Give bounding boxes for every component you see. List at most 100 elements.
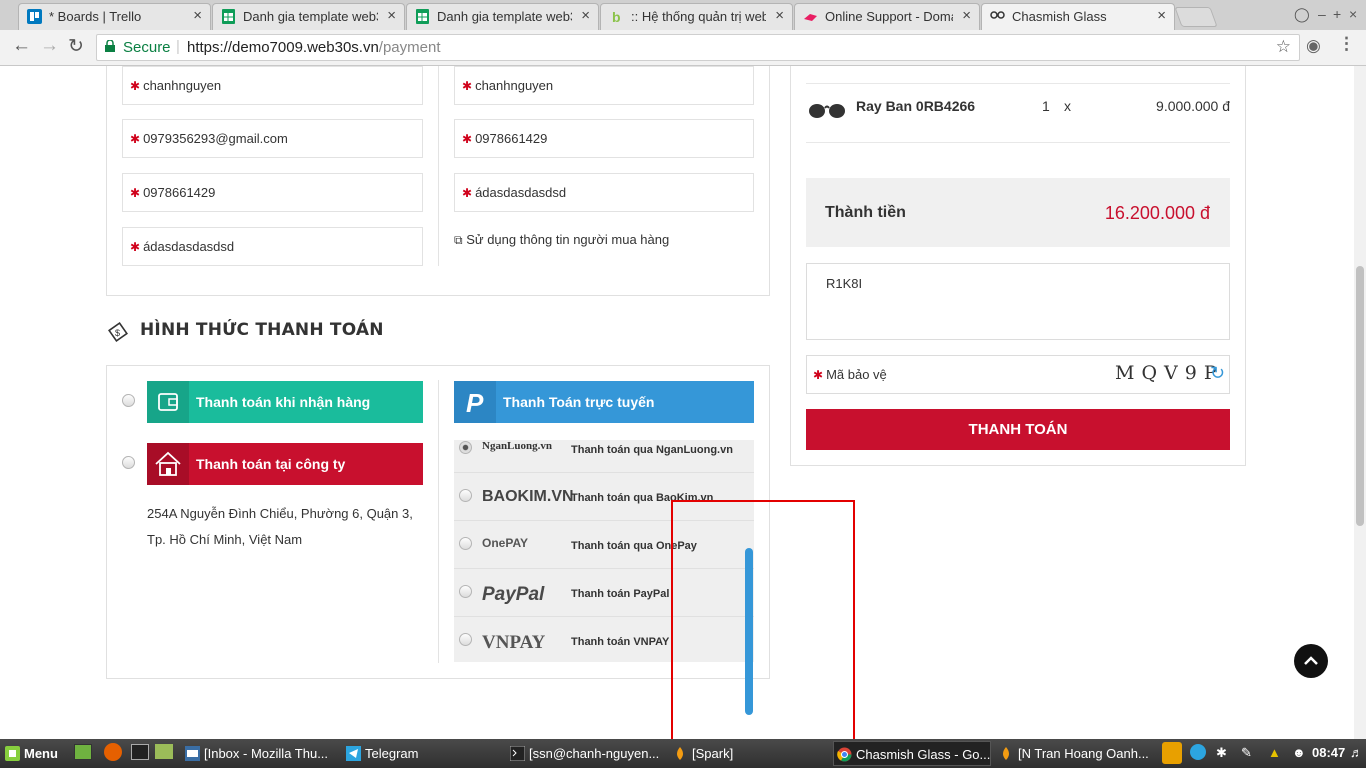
camera-icon[interactable]: ◉: [1306, 36, 1321, 56]
close-icon[interactable]: ×: [775, 7, 784, 24]
house-icon: [147, 443, 189, 485]
vnpay-logo: VNPAY: [482, 632, 546, 653]
bluetooth-icon[interactable]: ✱: [1216, 745, 1227, 761]
taskbar-item-chrome[interactable]: Chasmish Glass - Go...: [833, 741, 991, 766]
taskbar-item-spark[interactable]: [Spark]: [670, 741, 828, 766]
page-scrollbar-thumb[interactable]: [1356, 266, 1364, 526]
wallet-icon: [147, 381, 189, 423]
buyer-address-field[interactable]: ✱ ádasdasdasdsd: [122, 227, 423, 266]
required-asterisk: ✱: [462, 79, 473, 93]
gateway-radio[interactable]: [459, 633, 472, 646]
scroll-to-top-button[interactable]: [1294, 644, 1328, 678]
back-arrow-icon[interactable]: ←: [12, 35, 31, 57]
terminal-launcher-icon[interactable]: [131, 744, 149, 760]
tab-trello[interactable]: * Boards | Trello ×: [18, 3, 211, 30]
tab-online-support[interactable]: Online Support - Domain ×: [794, 3, 980, 30]
start-menu-button[interactable]: Menu: [2, 741, 66, 766]
required-asterisk: ✱: [462, 132, 473, 146]
cod-radio[interactable]: [122, 394, 135, 407]
close-icon[interactable]: ×: [193, 7, 202, 24]
total-box: Thành tiền 16.200.000 đ: [806, 178, 1230, 247]
refresh-icon[interactable]: ↻: [1210, 363, 1225, 384]
close-icon[interactable]: ×: [387, 7, 396, 24]
window-close-icon[interactable]: ×: [1349, 6, 1357, 22]
taskbar-item-thunderbird[interactable]: [Inbox - Mozilla Thu...: [182, 741, 338, 766]
paypal-logo: PayPal: [482, 584, 545, 605]
field-value: 0978661429: [143, 185, 216, 200]
pen-icon[interactable]: ✎: [1241, 745, 1252, 761]
close-icon[interactable]: ×: [1157, 7, 1166, 24]
close-icon[interactable]: ×: [962, 7, 971, 24]
svg-text:P: P: [466, 388, 484, 418]
company-radio[interactable]: [122, 456, 135, 469]
payment-section-title: HÌNH THỨC THANH TOÁN: [140, 320, 384, 340]
user-icon[interactable]: ☻: [1292, 745, 1306, 760]
receiver-name-field[interactable]: ✱ chanhnguyen: [454, 66, 754, 105]
receiver-address-field[interactable]: ✱ ádasdasdasdsd: [454, 173, 754, 212]
gateway-radio[interactable]: [459, 441, 472, 454]
cod-option[interactable]: Thanh toán khi nhận hàng: [147, 381, 423, 423]
network-icon[interactable]: ▲: [1268, 745, 1281, 760]
field-value: chanhnguyen: [475, 78, 554, 93]
receiver-phone-field[interactable]: ✱ 0978661429: [454, 119, 754, 158]
profile-icon[interactable]: ◯: [1294, 6, 1310, 23]
show-desktop-icon[interactable]: [74, 744, 92, 760]
company-label: Thanh toán tại công ty: [196, 456, 346, 472]
field-value: 0979356293@gmail.com: [143, 131, 288, 146]
taskbar-item-spark-2[interactable]: [N Tran Hoang Oanh...: [996, 741, 1154, 766]
captcha-label: Mã bảo vệ: [826, 367, 887, 382]
note-textarea[interactable]: R1K8I: [806, 263, 1230, 340]
tab-title: Danh gia template web3: [243, 9, 378, 24]
pay-button[interactable]: THANH TOÁN: [806, 409, 1230, 450]
cod-label: Thanh toán khi nhận hàng: [196, 394, 371, 410]
tab-title: Online Support - Domain: [825, 9, 953, 24]
taskbar-item-label: Chasmish Glass - Go...: [856, 747, 991, 762]
captcha-field[interactable]: ✱ Mã bảo vệ MQV9P ↻: [806, 355, 1230, 394]
gateway-label: Thanh toán PayPal: [571, 588, 670, 600]
url-field[interactable]: Secure | https://demo7009.web30s.vn/paym…: [96, 34, 1300, 61]
menu-dots-icon[interactable]: ⋮: [1338, 34, 1355, 54]
taskbar-item-terminal[interactable]: [ssn@chanh-nguyen...: [507, 741, 665, 766]
close-icon[interactable]: ×: [581, 7, 590, 24]
tab-sheets-1[interactable]: Danh gia template web3 ×: [212, 3, 405, 30]
firefox-icon[interactable]: [104, 743, 122, 761]
required-asterisk: ✱: [813, 368, 824, 382]
gateway-radio[interactable]: [459, 489, 472, 502]
maximize-icon[interactable]: +: [1333, 6, 1341, 22]
buyer-email-field[interactable]: ✱ 0979356293@gmail.com: [122, 119, 423, 158]
field-value: ádasdasdasdsd: [143, 239, 235, 254]
tab-chasmish-glass[interactable]: Chasmish Glass ×: [981, 3, 1175, 31]
use-buyer-info-link[interactable]: ⧉ Sử dụng thông tin người mua hàng: [454, 232, 669, 248]
page-scrollbar[interactable]: [1354, 66, 1366, 739]
telegram-tray-icon[interactable]: [1190, 744, 1206, 760]
column-divider: [438, 66, 439, 266]
company-option[interactable]: Thanh toán tại công ty: [147, 443, 423, 485]
minimize-icon[interactable]: –: [1318, 6, 1326, 22]
gateway-radio[interactable]: [459, 585, 472, 598]
taskbar-item-telegram[interactable]: Telegram: [343, 741, 501, 766]
forward-arrow-icon[interactable]: →: [40, 35, 59, 57]
required-asterisk: ✱: [130, 132, 141, 146]
chevron-up-icon: [1304, 656, 1318, 665]
gateway-row-nganluong[interactable]: NganLuong.vn Thanh toán qua NganLuong.vn: [454, 440, 754, 473]
files-icon[interactable]: [155, 744, 173, 759]
field-value: chanhnguyen: [143, 78, 222, 93]
bookmark-star-icon[interactable]: ☆: [1276, 37, 1291, 57]
field-value: 0978661429: [475, 131, 548, 146]
tab-admin-system[interactable]: b :: Hệ thống quản trị web ×: [600, 3, 793, 30]
spark-icon: [1003, 747, 1009, 760]
buyer-name-field[interactable]: ✱ chanhnguyen: [122, 66, 423, 105]
url-host-text: https://demo7009.web30s.vn: [187, 39, 379, 56]
reload-icon[interactable]: ↻: [68, 35, 84, 58]
buyer-phone-field[interactable]: ✱ 0978661429: [122, 173, 423, 212]
online-payment-option[interactable]: P Thanh Toán trực tuyến: [454, 381, 754, 423]
volume-icon[interactable]: ♬: [1350, 745, 1363, 760]
url-separator: |: [176, 38, 180, 55]
telegram-icon: [346, 746, 361, 761]
tab-sheets-2[interactable]: Danh gia template web3 ×: [406, 3, 599, 30]
company-address: 254A Nguyễn Đình Chiểu, Phường 6, Quận 3…: [147, 506, 413, 547]
required-asterisk: ✱: [130, 240, 141, 254]
new-tab-button[interactable]: [1174, 7, 1218, 27]
spark-tray-icon[interactable]: [1162, 742, 1182, 764]
gateway-radio[interactable]: [459, 537, 472, 550]
